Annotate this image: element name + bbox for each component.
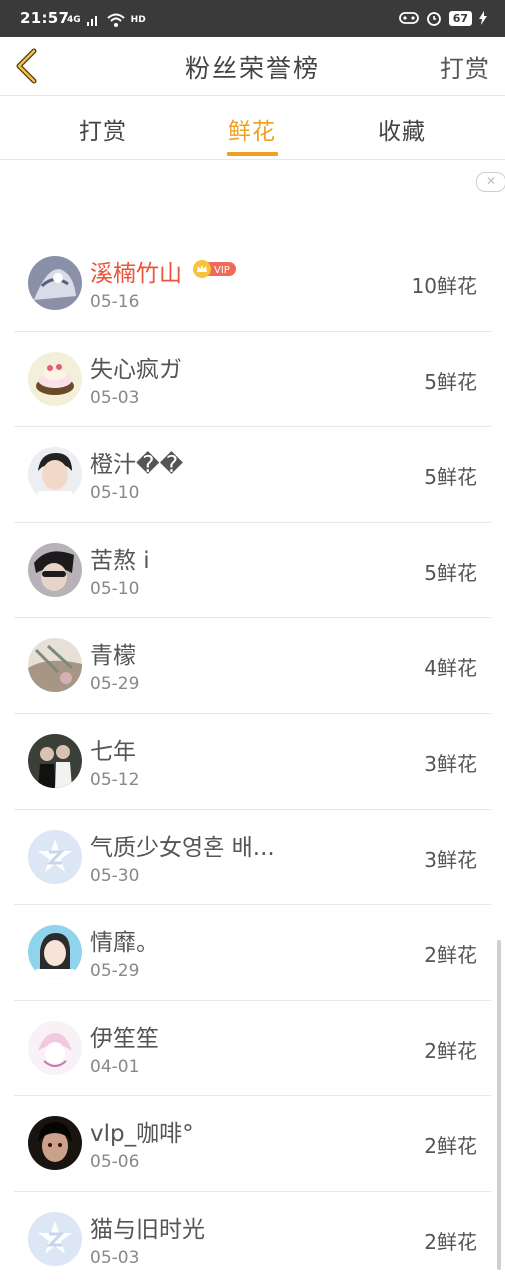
list-item[interactable]: 青檬 05-29 4鲜花 <box>14 618 491 714</box>
alarm-icon <box>426 12 441 26</box>
list-item[interactable]: 七年 05-12 3鲜花 <box>14 714 491 810</box>
flower-count: 4鲜花 <box>424 656 477 681</box>
user-name: 苦熬 i <box>90 547 150 574</box>
date-label: 05-10 <box>90 483 140 504</box>
date-label: 05-03 <box>90 1247 140 1268</box>
tab-flowers[interactable]: 鲜花 <box>202 112 302 146</box>
tab-favorites[interactable]: 收藏 <box>352 112 452 146</box>
list-item[interactable]: vlp_咖啡° 05-06 2鲜花 <box>14 1096 491 1192</box>
user-name: 青檬 <box>90 643 136 670</box>
avatar <box>28 733 82 788</box>
list-item[interactable]: 苦熬 i 05-10 5鲜花 <box>14 523 491 619</box>
hd-indicator: HD <box>130 15 146 25</box>
list-item[interactable]: 失心疯ガ 05-03 5鲜花 <box>14 332 491 428</box>
date-label: 05-29 <box>90 674 140 695</box>
date-label: 05-06 <box>90 1152 140 1173</box>
flower-count: 5鲜花 <box>424 369 477 394</box>
avatar <box>28 1020 82 1075</box>
vip-badge-icon: VIP <box>193 260 236 278</box>
avatar <box>28 925 82 980</box>
avatar <box>28 1211 82 1266</box>
gamepad-icon <box>398 12 419 24</box>
default-avatar-icon <box>28 829 82 884</box>
flower-count: 3鲜花 <box>424 847 477 872</box>
flower-count: 2鲜花 <box>424 943 477 968</box>
avatar <box>28 638 82 693</box>
user-name: 溪楠竹山 <box>90 261 182 287</box>
active-tab-indicator <box>227 152 278 156</box>
user-name: 橙汁�� <box>90 452 184 479</box>
date-label: 05-29 <box>90 961 140 982</box>
avatar <box>28 256 82 310</box>
user-name: 伊笙笙 <box>90 1025 159 1052</box>
list-item[interactable]: 情靡。 05-29 2鲜花 <box>14 905 491 1001</box>
date-label: 05-12 <box>90 769 140 790</box>
avatar <box>28 351 82 406</box>
status-bar: 21:57 4G HD 67 <box>0 0 505 37</box>
flower-count: 5鲜花 <box>424 560 477 585</box>
list-item[interactable]: 溪楠竹山 VIP 05-16 10鲜花 <box>14 236 491 332</box>
avatar <box>28 542 82 597</box>
nav-bar: 粉丝荣誉榜 打赏 <box>0 37 505 96</box>
flower-count: 2鲜花 <box>424 1038 477 1063</box>
status-time: 21:57 <box>20 9 70 27</box>
battery-level: 67 <box>448 10 472 26</box>
date-label: 05-16 <box>90 292 140 312</box>
ranking-list: 溪楠竹山 VIP 05-16 10鲜花 失心疯ガ 05-03 5鲜花 橙汁�� … <box>14 236 491 1287</box>
date-label: 05-10 <box>90 578 140 599</box>
flower-count: 2鲜花 <box>424 1229 477 1254</box>
page-title: 粉丝荣誉榜 <box>184 54 320 83</box>
wifi-icon <box>106 13 125 27</box>
svg-text:VIP: VIP <box>214 265 230 276</box>
ad-close-button[interactable]: ✕ <box>476 172 505 192</box>
list-item[interactable]: 橙汁�� 05-10 5鲜花 <box>14 427 491 523</box>
date-label: 05-03 <box>90 387 140 408</box>
reward-action-button[interactable]: 打赏 <box>440 49 490 84</box>
user-name: 情靡。 <box>90 930 159 957</box>
flower-count: 2鲜花 <box>424 1134 477 1159</box>
user-name: 七年 <box>90 738 136 765</box>
user-name: 气质少女영혼 배... <box>90 834 275 861</box>
date-label: 05-30 <box>90 865 140 886</box>
user-name: 猫与旧时光 <box>90 1216 205 1243</box>
network-indicator: 4G <box>67 15 81 25</box>
flower-count: 10鲜花 <box>411 274 477 298</box>
avatar <box>28 1116 82 1171</box>
charging-icon <box>479 11 487 25</box>
default-avatar-icon <box>28 1211 82 1266</box>
list-item[interactable]: 猫与旧时光 05-03 2鲜花 <box>14 1192 491 1287</box>
close-icon: ✕ <box>485 174 497 188</box>
flower-count: 5鲜花 <box>424 465 477 490</box>
user-name: 失心疯ガ <box>90 356 182 383</box>
tab-reward[interactable]: 打赏 <box>53 112 153 146</box>
list-item[interactable]: 伊笙笙 04-01 2鲜花 <box>14 1001 491 1097</box>
list-item[interactable]: 气质少女영혼 배... 05-30 3鲜花 <box>14 810 491 906</box>
tab-bar: 打赏 鲜花 收藏 <box>0 96 505 160</box>
avatar <box>28 447 82 502</box>
signal-icon <box>86 16 97 26</box>
date-label: 04-01 <box>90 1056 140 1077</box>
avatar <box>28 829 82 884</box>
user-name: vlp_咖啡° <box>90 1121 194 1148</box>
flower-count: 3鲜花 <box>424 751 477 776</box>
scrollbar[interactable] <box>497 940 501 1270</box>
